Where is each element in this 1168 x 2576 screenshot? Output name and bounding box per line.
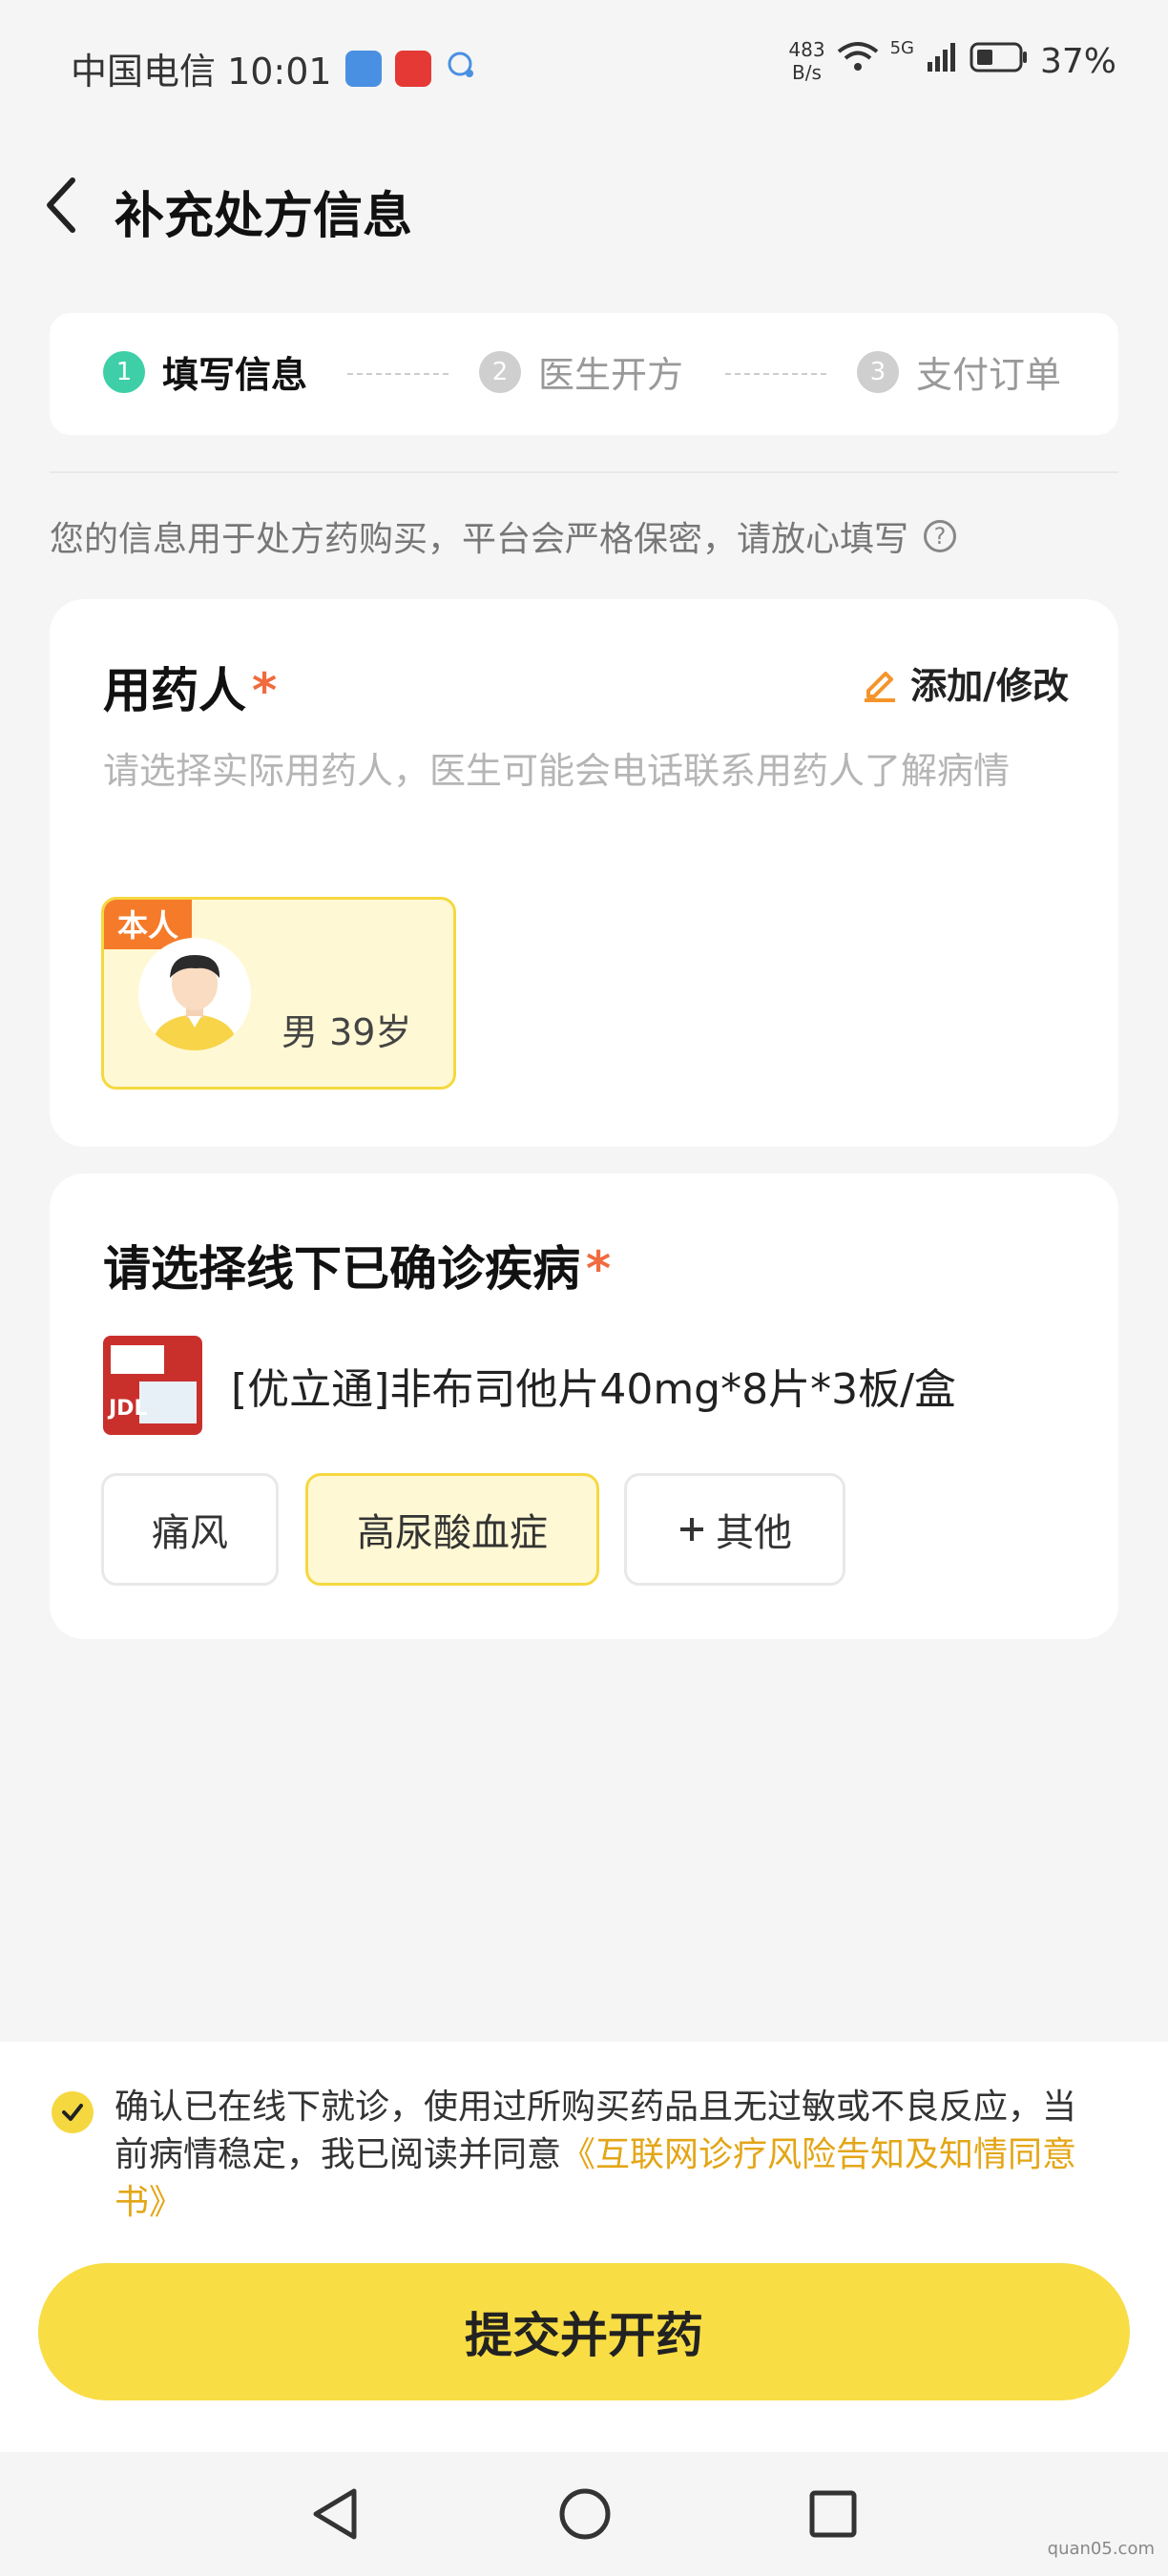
required-mark: * <box>252 663 278 718</box>
disease-card: 请选择线下已确诊疾病 * JDL [优立通]非布司他片40mg*8片*3板/盒 痛… <box>50 1174 1118 1639</box>
square-recents-icon <box>809 2490 857 2538</box>
system-nav-bar: quan05.com <box>0 2452 1168 2576</box>
agreement-row: 确认已在线下就诊，使用过所购买药品且无过敏或不良反应，当前病情稳定，我已阅读并同… <box>52 2084 1107 2227</box>
status-bar: 中国电信 10:01 483 B/s 5G 37% <box>0 0 1168 134</box>
drug-name: [优立通]非布司他片40mg*8片*3板/盒 <box>231 1365 956 1414</box>
step-label: 支付订单 <box>916 354 1062 396</box>
submit-prescribe-button[interactable]: 提交并开药 <box>38 2263 1130 2400</box>
triangle-back-icon <box>313 2488 357 2540</box>
chat-bubble-icon <box>445 48 477 90</box>
privacy-notice-text: 您的信息用于处方药购买，平台会严格保密，请放心填写 <box>50 520 909 559</box>
disease-title-text: 请选择线下已确诊疾病 <box>103 1241 580 1297</box>
signal-icon <box>926 41 958 82</box>
required-mark: * <box>586 1241 612 1297</box>
step-doctor-prescribe: 2 医生开方 <box>479 345 683 398</box>
net-speed-value: 483 <box>788 38 825 61</box>
progress-stepper: 1 填写信息 2 医生开方 3 支付订单 <box>50 313 1118 435</box>
drug-thumbnail: JDL <box>103 1336 202 1435</box>
help-icon[interactable]: ? <box>924 520 957 552</box>
patient-info: 男 39岁 <box>282 1011 412 1053</box>
avatar <box>138 938 251 1050</box>
status-right: 483 B/s 5G 37% <box>788 38 1116 84</box>
step-number: 3 <box>857 350 899 393</box>
step-number: 2 <box>479 350 521 393</box>
step-connector <box>347 373 448 375</box>
disease-tag-hyperuricemia[interactable]: 高尿酸血症 <box>305 1473 599 1586</box>
privacy-notice: 您的信息用于处方药购买，平台会严格保密，请放心填写 ? <box>50 511 957 561</box>
patient-hint: 请选择实际用药人，医生可能会电话联系用药人了解病情 <box>103 750 1011 792</box>
plus-icon <box>680 1518 703 1541</box>
nav-recents-button[interactable] <box>800 2481 866 2547</box>
check-icon <box>62 2104 83 2121</box>
step-connector <box>725 373 826 375</box>
net-speed-unit: B/s <box>792 61 822 84</box>
watermark: quan05.com <box>1047 2539 1155 2559</box>
patient-title-text: 用药人 <box>103 663 246 718</box>
signal-type: 5G <box>889 38 914 58</box>
drug-thumbnail-label: JDL <box>109 1397 148 1421</box>
page-title: 补充处方信息 <box>115 188 413 245</box>
net-speed: 483 B/s <box>788 38 824 84</box>
back-button[interactable] <box>32 172 90 239</box>
disease-tag-other-label: 其他 <box>716 1511 792 1555</box>
add-edit-label: 添加/修改 <box>910 665 1069 707</box>
disease-section-title: 请选择线下已确诊疾病 * <box>103 1231 611 1299</box>
add-edit-patient-button[interactable]: 添加/修改 <box>861 656 1069 709</box>
step-label: 医生开方 <box>538 354 684 396</box>
patient-card: 用药人 * 添加/修改 请选择实际用药人，医生可能会电话联系用药人了解病情 本人 … <box>50 599 1118 1147</box>
agreement-text: 确认已在线下就诊，使用过所购买药品且无过敏或不良反应，当前病情稳定，我已阅读并同… <box>115 2084 1107 2227</box>
disease-tag-other[interactable]: 其他 <box>624 1473 845 1586</box>
wifi-icon <box>837 40 879 83</box>
agreement-checkbox[interactable] <box>52 2091 94 2133</box>
health-app-icon <box>394 50 431 87</box>
step-label: 填写信息 <box>162 354 308 396</box>
status-left: 中国电信 10:01 <box>71 42 477 94</box>
battery-icon <box>970 41 1029 82</box>
step-number: 1 <box>103 350 145 393</box>
battery-percent: 37% <box>1039 41 1116 81</box>
chevron-left-icon <box>47 177 75 233</box>
patient-section-title: 用药人 * <box>103 653 277 721</box>
carrier-time: 中国电信 10:01 <box>71 51 332 93</box>
step-pay-order: 3 支付订单 <box>857 345 1061 398</box>
pencil-icon <box>865 671 896 702</box>
disease-tag-gout[interactable]: 痛风 <box>101 1473 279 1586</box>
patient-option-self[interactable]: 本人 男 39岁 <box>101 897 456 1090</box>
step-fill-info: 1 填写信息 <box>103 345 307 398</box>
drug-item: JDL [优立通]非布司他片40mg*8片*3板/盒 <box>103 1336 956 1435</box>
circle-home-icon <box>559 2488 611 2540</box>
nav-back-button[interactable] <box>302 2481 368 2547</box>
divider <box>50 471 1118 473</box>
app-notification-icon <box>344 50 382 87</box>
nav-home-button[interactable] <box>552 2481 618 2547</box>
